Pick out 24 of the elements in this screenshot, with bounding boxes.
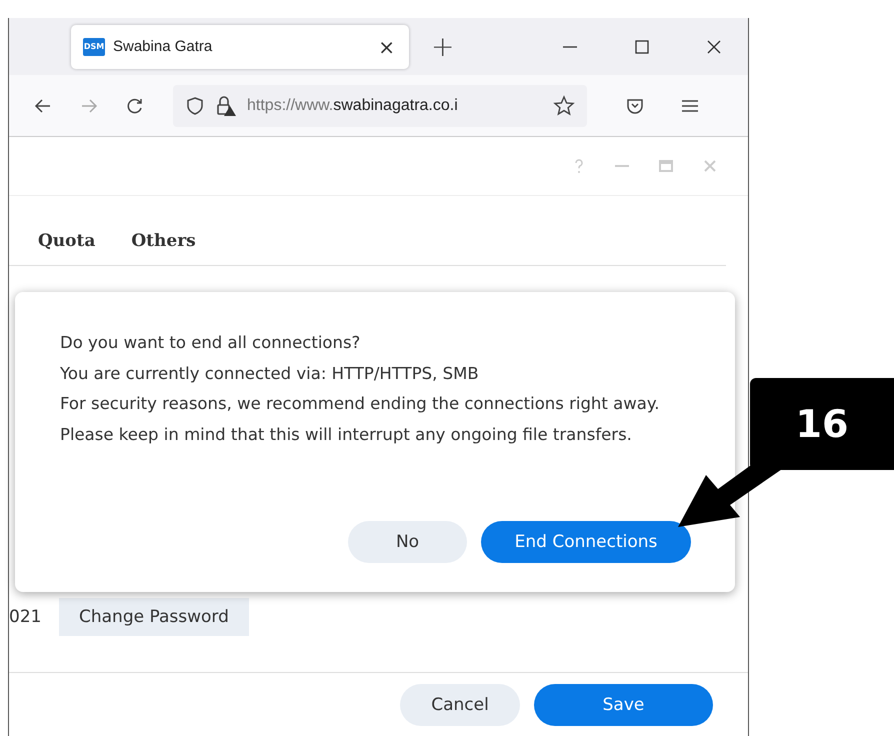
new-tab-button[interactable]: + (431, 30, 454, 63)
dialog-question: Do you want to end all connections? (60, 332, 362, 354)
cancel-button[interactable]: Cancel (400, 684, 520, 726)
url-text: https://www.swabinagatra.co.i (247, 96, 459, 114)
maximize-icon[interactable] (634, 38, 650, 54)
settings-tab[interactable]: Others (131, 231, 196, 251)
no-button[interactable]: No (348, 521, 467, 563)
end-connections-button[interactable]: End Connections (481, 521, 691, 563)
shield-icon[interactable] (185, 96, 205, 116)
browser-tab[interactable]: DSM Swabina Gatra × (71, 24, 409, 68)
change-password-button[interactable]: Change Password (59, 598, 249, 636)
save-button[interactable]: Save (534, 684, 713, 726)
date-text: 021 (9, 607, 42, 627)
tab-close-button[interactable]: × (378, 34, 395, 58)
tab-title: Swabina Gatra (113, 38, 214, 55)
close-icon[interactable] (706, 38, 722, 54)
star-icon[interactable] (553, 94, 575, 116)
step-number-badge: 16 (750, 378, 894, 470)
dialog-connection-info: You are currently connected via: HTTP/HTTPS, SMB (60, 362, 480, 384)
address-bar[interactable]: https://www.swabinagatra.co.i (173, 84, 587, 126)
lock-warning-icon[interactable] (215, 94, 237, 116)
settings-tab[interactable]: Quota (38, 231, 96, 251)
favicon: DSM (83, 38, 105, 56)
dialog-message: For security reasons, we recommend ending the connections right away. Please keep in mind that this will interrupt any ongoing file transfers. (60, 393, 660, 446)
